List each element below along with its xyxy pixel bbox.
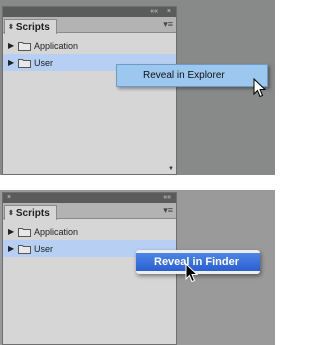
folder-icon	[18, 58, 31, 68]
scripts-panel: «« × ⬍ Scripts ▾≡ ▶ Application ▶ User ▼	[2, 6, 177, 175]
disclosure-triangle-icon[interactable]: ▶	[8, 244, 18, 253]
collapse-icon[interactable]: ««	[163, 193, 171, 203]
panel-titlebar: × ««	[3, 193, 176, 203]
tab-label: Scripts	[15, 21, 50, 33]
close-icon[interactable]: ×	[167, 7, 171, 17]
tree-item-label: Application	[34, 40, 79, 51]
folder-icon	[18, 41, 31, 51]
tab-label: Scripts	[15, 207, 50, 219]
tab-bar: ⬍ Scripts ▾≡	[3, 17, 176, 34]
tree-item-application[interactable]: ▶ Application	[3, 37, 176, 54]
windows-screenshot: «« × ⬍ Scripts ▾≡ ▶ Application ▶ User ▼…	[0, 0, 275, 175]
panel-titlebar: «« ×	[3, 7, 176, 17]
scroll-down-icon[interactable]: ▼	[168, 166, 174, 172]
folder-icon	[18, 244, 31, 254]
tree-item-label: Application	[34, 226, 79, 237]
collapse-icon[interactable]: ««	[150, 7, 158, 17]
arrow-cursor-icon	[185, 263, 199, 283]
tab-bar: ⬍ Scripts ▾≡	[3, 203, 176, 220]
panel-menu-icon[interactable]: ▾≡	[163, 206, 173, 215]
context-menu-label: Reveal in Explorer	[143, 70, 225, 81]
folder-icon	[18, 227, 31, 237]
tab-scripts[interactable]: ⬍ Scripts	[4, 19, 57, 34]
disclosure-triangle-icon[interactable]: ▶	[8, 227, 18, 236]
close-icon[interactable]: ×	[7, 193, 11, 203]
disclosure-triangle-icon[interactable]: ▶	[8, 41, 18, 50]
panel-menu-icon[interactable]: ▾≡	[163, 20, 173, 29]
arrow-cursor-icon	[253, 78, 267, 98]
tree-item-label: User	[34, 57, 54, 68]
tab-scripts[interactable]: ⬍ Scripts	[4, 205, 57, 220]
context-menu-item-reveal[interactable]: Reveal in Explorer	[116, 64, 268, 87]
tree-item-application[interactable]: ▶ Application	[3, 223, 176, 240]
mac-screenshot: × «« ⬍ Scripts ▾≡ ▶ Application ▶ User R…	[0, 190, 275, 345]
tab-arrows-icon: ⬍	[8, 209, 14, 217]
disclosure-triangle-icon[interactable]: ▶	[8, 58, 18, 67]
tab-arrows-icon: ⬍	[8, 23, 14, 31]
tree-item-label: User	[34, 243, 54, 254]
